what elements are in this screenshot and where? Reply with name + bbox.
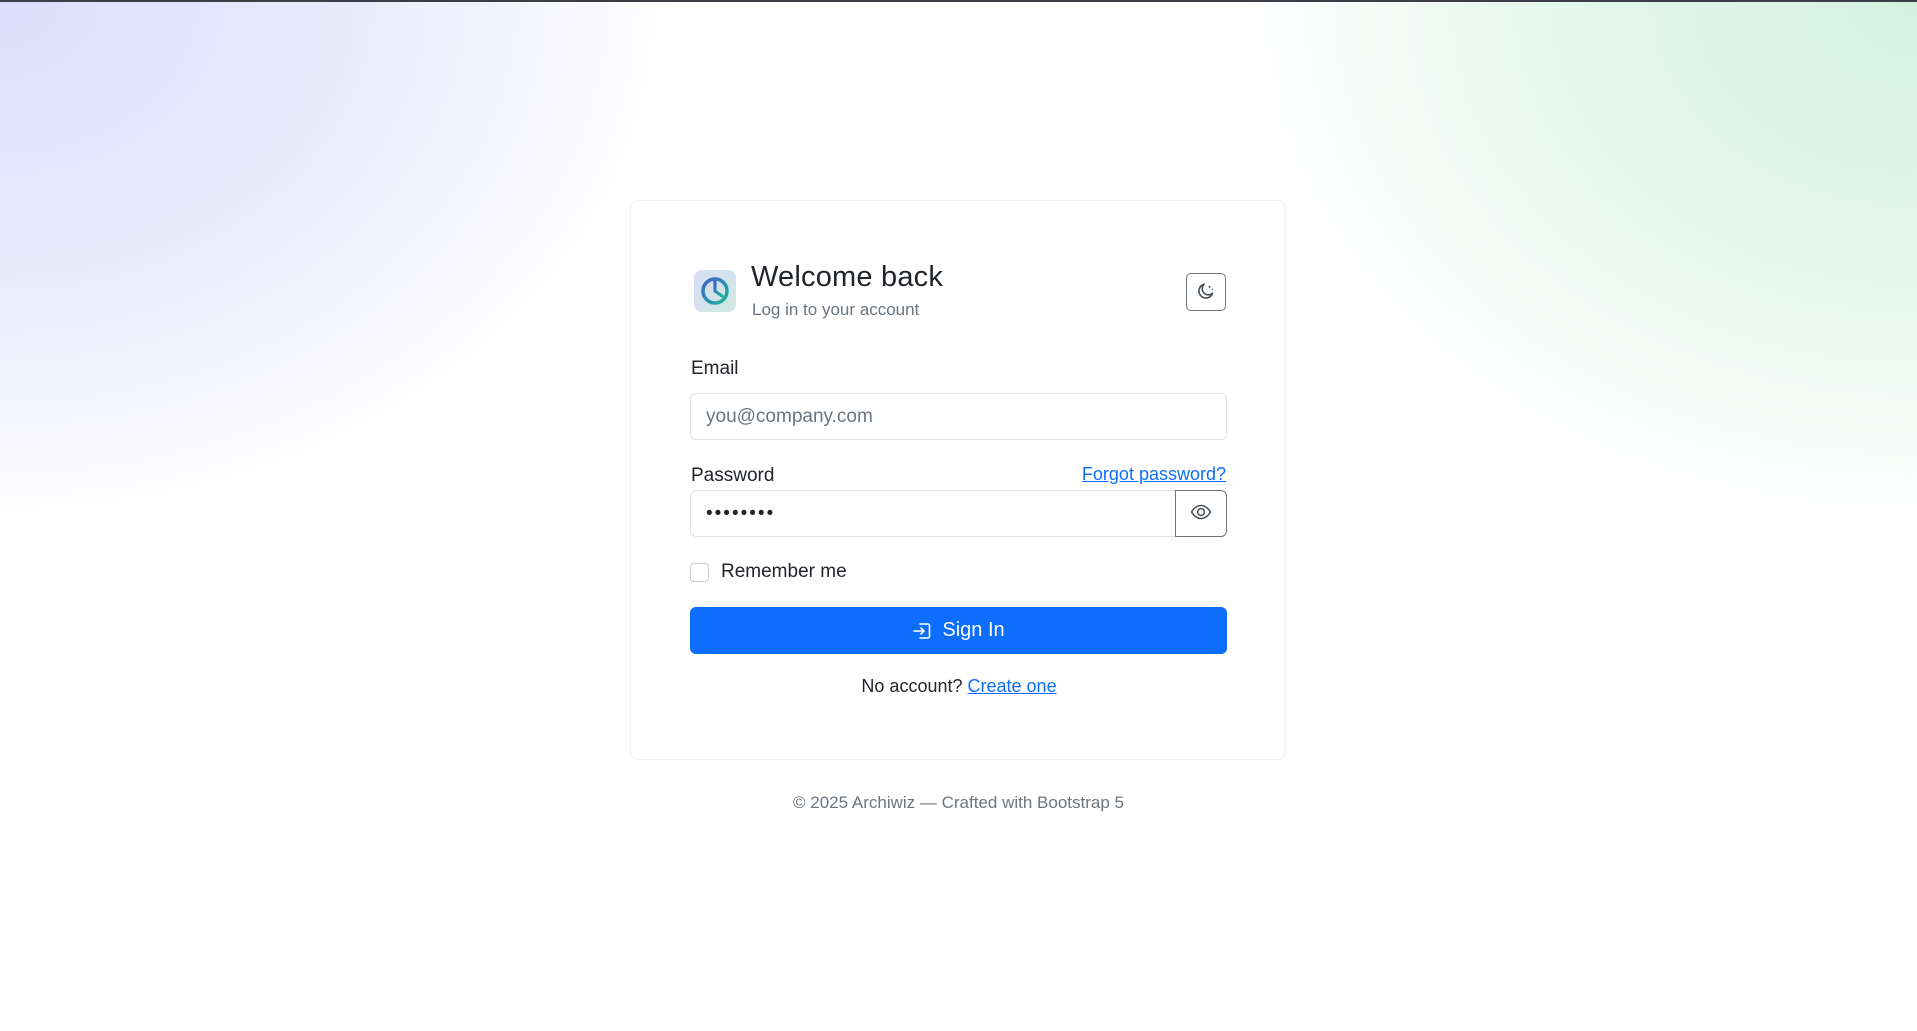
footer-text: © 2025 Archiwiz — Crafted with Bootstrap… <box>793 793 1124 812</box>
password-field[interactable] <box>690 490 1176 537</box>
no-account-text: No account? <box>861 676 963 696</box>
sign-in-label: Sign In <box>942 619 1005 641</box>
clock-logo-icon <box>694 270 736 312</box>
create-account-link[interactable]: Create one <box>968 676 1057 696</box>
email-label: Email <box>691 358 739 379</box>
moon-stars-icon <box>1196 281 1216 304</box>
remember-me-label[interactable]: Remember me <box>721 561 847 583</box>
forgot-password-link[interactable]: Forgot password? <box>1082 464 1226 485</box>
page-title: Welcome back <box>751 261 944 293</box>
box-arrow-in-right-icon <box>912 621 932 641</box>
theme-toggle-button[interactable] <box>1186 273 1226 311</box>
sign-in-button[interactable]: Sign In <box>690 607 1227 654</box>
email-field[interactable] <box>690 393 1227 440</box>
login-card: Welcome back Log in to your account Emai… <box>630 200 1286 760</box>
page-subtitle: Log in to your account <box>752 300 920 319</box>
top-border <box>0 0 1917 2</box>
no-account-row: No account? Create one <box>631 676 1287 697</box>
password-label: Password <box>691 465 775 486</box>
remember-me-checkbox[interactable] <box>690 563 709 582</box>
eye-icon <box>1190 504 1212 523</box>
show-password-button[interactable] <box>1175 490 1227 537</box>
